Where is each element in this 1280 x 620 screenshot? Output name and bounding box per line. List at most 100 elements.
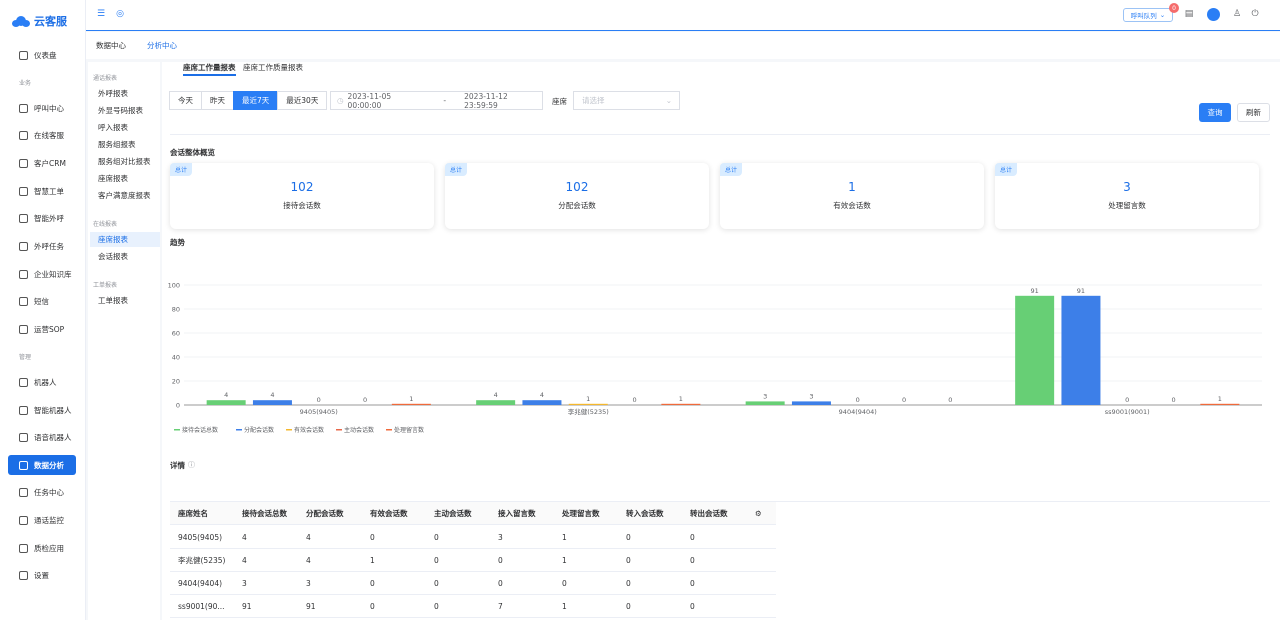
x-tick-label: 9404(9404) xyxy=(839,408,877,416)
power-icon[interactable]: ⏻ xyxy=(1250,10,1260,19)
sidebar-item[interactable]: 智能机器人 xyxy=(8,400,76,420)
menu-collapse-icon[interactable]: ☰ xyxy=(96,10,106,19)
sidebar-item-label: 机器人 xyxy=(34,377,57,387)
table-header-cell[interactable]: 处理留言数 xyxy=(562,508,600,519)
voice-robot-icon xyxy=(19,432,28,442)
table-row: 李兆健(5235) 4 4 1 0 0 1 0 0 xyxy=(170,549,776,572)
status-avatar[interactable] xyxy=(1207,8,1220,21)
report-subnav: 通话报表 外呼报表 外显号码报表 呼入报表 服务组报表 服务组对比报表 座席报表 客户满意度报… xyxy=(88,62,160,620)
table-header-cell[interactable]: 座席姓名 xyxy=(178,508,208,519)
subnav-item[interactable]: 座席报表 xyxy=(90,171,160,186)
table-header-cell[interactable]: 分配会话数 xyxy=(306,508,344,519)
call-task-icon xyxy=(19,241,28,251)
range-today-button[interactable]: 今天 xyxy=(169,91,202,110)
sidebar-item[interactable]: 外呼任务 xyxy=(8,236,76,256)
sidebar-item-label: 智能机器人 xyxy=(34,405,72,415)
subnav-item[interactable]: 外显号码报表 xyxy=(90,103,160,118)
seat-select[interactable]: 请选择 ⌄ xyxy=(573,91,680,110)
sidebar-item-label: 在线客服 xyxy=(34,130,64,140)
quick-range-group: 今天 昨天 最近7天 最近30天 xyxy=(169,91,328,110)
user-icon xyxy=(19,158,28,168)
settings-icon xyxy=(19,570,28,580)
sidebar-item[interactable]: 机器人 xyxy=(8,372,76,392)
range-yesterday-button[interactable]: 昨天 xyxy=(201,91,234,110)
table-row: 9405(9405) 4 4 0 0 3 1 0 0 xyxy=(170,526,776,549)
sidebar-item[interactable]: 客户CRM xyxy=(8,153,76,173)
sidebar-item[interactable]: 仪表盘 xyxy=(8,45,76,65)
sidebar-item[interactable]: 语音机器人 xyxy=(8,427,76,447)
refresh-button[interactable]: 刷新 xyxy=(1237,103,1270,122)
table-header-cell[interactable]: 接待会话总数 xyxy=(242,508,287,519)
data-label: 3 xyxy=(809,392,813,400)
monitor-icon xyxy=(19,515,28,525)
table-cell: 4 xyxy=(242,532,247,542)
table-cell: 0 xyxy=(370,532,375,542)
sidebar-item[interactable]: 设置 xyxy=(8,565,76,585)
query-button[interactable]: 查询 xyxy=(1199,103,1231,122)
book-icon xyxy=(19,269,28,279)
range-30days-button[interactable]: 最近30天 xyxy=(277,91,328,110)
column-settings-icon[interactable]: ⚙ xyxy=(755,509,762,518)
sidebar-item[interactable]: 任务中心 xyxy=(8,482,76,502)
tab-data-center[interactable]: 数据中心 xyxy=(96,40,126,51)
table-cell: 0 xyxy=(626,578,631,588)
nav-group-label: 业务 xyxy=(19,80,32,87)
data-label: 0 xyxy=(317,396,321,404)
table-header-cell[interactable]: 主动会话数 xyxy=(434,508,472,519)
date-start[interactable]: 2023-11-05 00:00:00 xyxy=(348,92,426,110)
sidebar-item[interactable]: 智能外呼 xyxy=(8,208,76,228)
sidebar-item-label: 设置 xyxy=(34,570,49,580)
legend-item: 处理留言数 xyxy=(394,426,424,434)
user-icon[interactable]: ♙ xyxy=(1232,10,1242,19)
card-label: 分配会话数 xyxy=(558,201,596,210)
document-icon[interactable]: ▤ xyxy=(1184,10,1194,19)
table-cell: 0 xyxy=(626,555,631,565)
table-cell: 1 xyxy=(562,601,567,611)
cloud-icon xyxy=(12,15,30,27)
subnav-item[interactable]: 服务组报表 xyxy=(90,137,160,152)
call-queue-dropdown[interactable]: 呼叫队列 ⌄ xyxy=(1123,8,1173,22)
date-range-picker[interactable]: ◷ 2023-11-05 00:00:00 - 2023-11-12 23:59… xyxy=(330,91,543,110)
tab-analysis-center[interactable]: 分析中心 xyxy=(147,40,177,51)
table-cell: 0 xyxy=(690,601,695,611)
top-tabs: 数据中心 分析中心 xyxy=(86,32,1280,59)
sidebar-item[interactable]: 质检应用 xyxy=(8,538,76,558)
table-header-cell[interactable]: 转入会话数 xyxy=(626,508,664,519)
call-queue-label: 呼叫队列 xyxy=(1130,12,1157,20)
table-row: ss9001(90... 91 91 0 0 7 1 0 0 xyxy=(170,595,776,618)
info-icon[interactable]: ⓘ xyxy=(188,460,195,470)
sidebar-item[interactable]: 通话监控 xyxy=(8,510,76,530)
subnav-item[interactable]: 外呼报表 xyxy=(90,86,160,101)
card-value: 102 xyxy=(565,180,589,194)
table-header-cell[interactable]: 有效会话数 xyxy=(370,508,408,519)
subnav-item[interactable]: 工单报表 xyxy=(90,293,160,308)
sidebar-item[interactable]: 短信 xyxy=(8,291,76,311)
sidebar-item-label: 仪表盘 xyxy=(34,50,57,60)
subnav-item[interactable]: 座席报表 xyxy=(90,232,160,247)
chevron-down-icon: ⌄ xyxy=(665,96,672,105)
sidebar-item[interactable]: 在线客服 xyxy=(8,125,76,145)
sidebar-item[interactable]: 运营SOP xyxy=(8,319,76,339)
data-label: 0 xyxy=(363,396,367,404)
tab-seat-quality[interactable]: 座席工作质量报表 xyxy=(243,62,303,76)
sidebar-item[interactable]: 企业知识库 xyxy=(8,264,76,284)
subnav-item[interactable]: 客户满意度报表 xyxy=(90,188,160,203)
subnav-item[interactable]: 会话报表 xyxy=(90,249,160,264)
table-header-cell[interactable]: 接入留言数 xyxy=(498,508,536,519)
subnav-item[interactable]: 服务组对比报表 xyxy=(90,154,160,169)
total-tag: 总计 xyxy=(995,163,1018,176)
subnav-item[interactable]: 呼入报表 xyxy=(90,120,160,135)
chat-bubble-icon[interactable]: ◎ xyxy=(115,10,125,19)
sidebar-item[interactable]: 智慧工单 xyxy=(8,181,76,201)
tab-seat-workload[interactable]: 座席工作量报表 xyxy=(183,62,236,76)
legend-swatch xyxy=(236,429,242,431)
flow-icon xyxy=(19,324,28,334)
table-header-cell[interactable]: 转出会话数 xyxy=(690,508,728,519)
range-7days-button[interactable]: 最近7天 xyxy=(233,91,279,110)
logo[interactable]: 云客服 xyxy=(12,13,67,29)
table-cell: 3 xyxy=(498,532,503,542)
sidebar-item[interactable]: 呼叫中心 xyxy=(8,98,76,118)
sidebar-item[interactable]: 数据分析 xyxy=(8,455,76,475)
date-end[interactable]: 2023-11-12 23:59:59 xyxy=(464,92,542,110)
table-cell: 0 xyxy=(690,555,695,565)
